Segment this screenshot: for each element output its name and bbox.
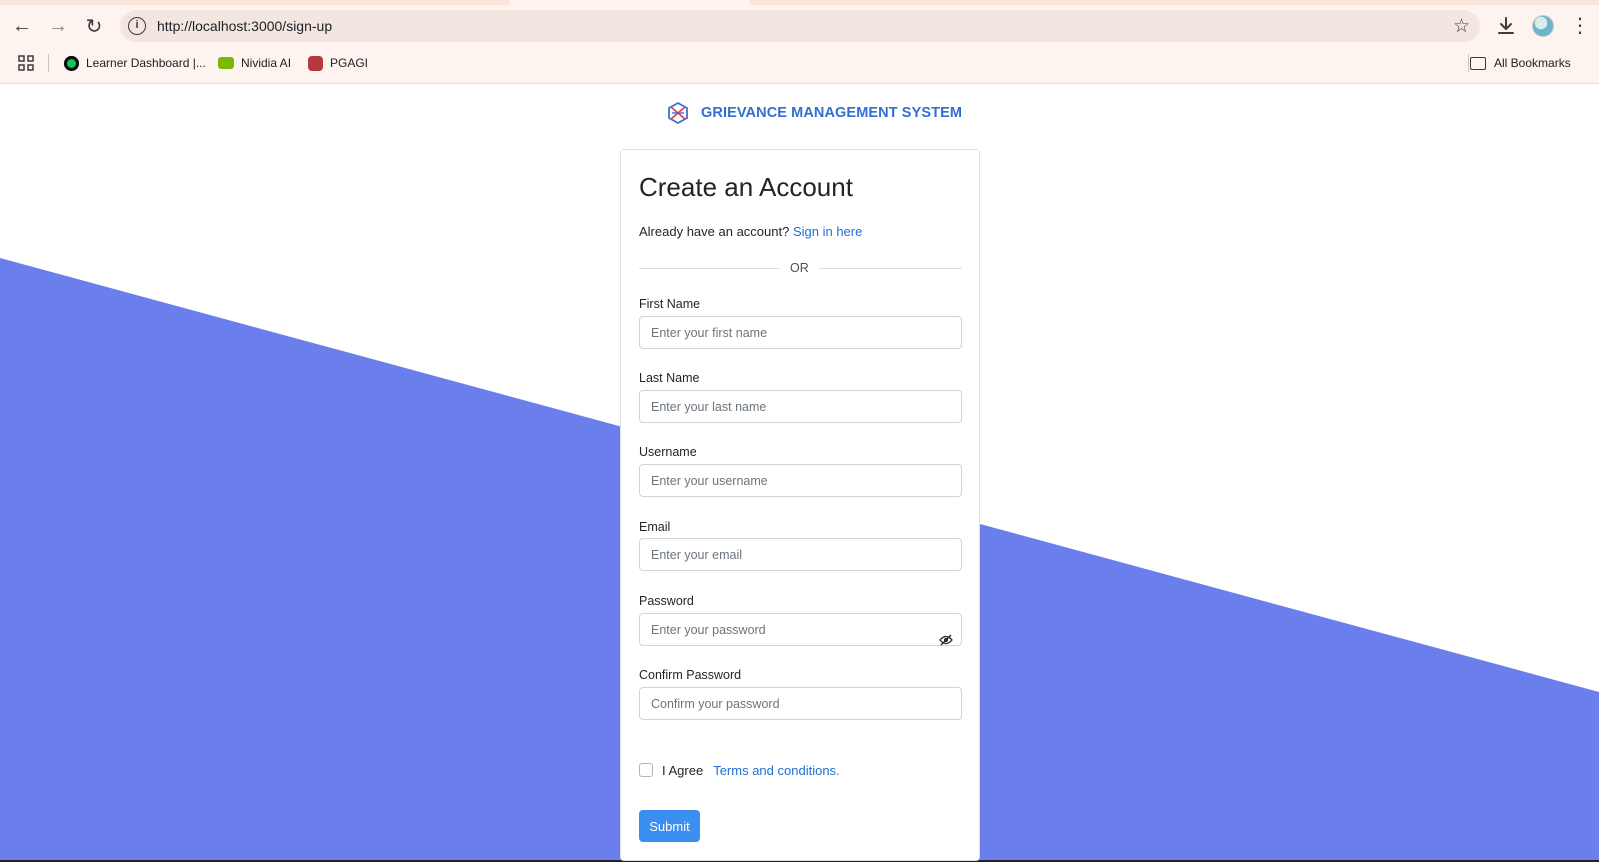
terms-checkbox[interactable] (639, 763, 653, 777)
or-divider-label: OR (790, 261, 809, 275)
divider-line-right (819, 268, 962, 269)
password-input[interactable] (639, 613, 962, 646)
apps-grid-icon[interactable] (18, 55, 34, 71)
folder-icon (1470, 56, 1486, 70)
page-viewport: GRIEVANCE MANAGEMENT SYSTEM Create an Ac… (0, 84, 1599, 862)
bookmarks-bar: Learner Dashboard |... Nividia AI PGAGI … (0, 50, 1599, 76)
signin-link[interactable]: Sign in here (793, 224, 862, 239)
bookmark-label: Nividia AI (241, 56, 292, 70)
confirm-password-label: Confirm Password (639, 668, 742, 682)
email-input[interactable] (639, 538, 962, 571)
bookmark-pgagi[interactable]: PGAGI (308, 53, 368, 73)
forward-arrow-icon[interactable]: → (42, 8, 74, 44)
reload-icon[interactable]: ↻ (78, 8, 110, 44)
password-label: Password (639, 594, 694, 608)
divider-line-left (639, 268, 780, 269)
last-name-input[interactable] (639, 390, 962, 423)
download-icon[interactable] (1494, 14, 1518, 38)
terms-agreement-row: I Agree Terms and conditions. (639, 761, 840, 779)
email-label: Email (639, 520, 671, 534)
brand-header[interactable]: GRIEVANCE MANAGEMENT SYSTEM (666, 100, 962, 126)
or-divider: OR (639, 260, 962, 276)
username-label: Username (639, 445, 697, 459)
last-name-label: Last Name (639, 371, 700, 385)
profile-avatar[interactable] (1532, 15, 1554, 37)
first-name-label: First Name (639, 297, 701, 311)
bookmark-label: PGAGI (330, 56, 369, 70)
first-name-input[interactable] (639, 316, 962, 349)
pgagi-logo-icon (308, 55, 323, 71)
all-bookmarks-button[interactable]: All Bookmarks (1470, 53, 1571, 73)
bookmark-star-icon[interactable]: ☆ (1453, 15, 1470, 38)
active-tab[interactable] (510, 0, 750, 5)
brand-name: GRIEVANCE MANAGEMENT SYSTEM (701, 105, 963, 121)
all-bookmarks-label: All Bookmarks (1494, 56, 1571, 70)
signin-prompt-text: Already have an account? (639, 224, 790, 239)
brand-logo-icon (668, 101, 688, 125)
bookmark-learner-dashboard[interactable]: Learner Dashboard |... (64, 53, 206, 73)
nvidia-logo-icon (218, 57, 234, 69)
eye-slash-icon[interactable] (936, 631, 956, 649)
username-input[interactable] (639, 464, 962, 497)
bookmark-label: Learner Dashboard |... (86, 56, 206, 70)
back-arrow-icon[interactable]: ← (6, 8, 38, 44)
terms-link[interactable]: Terms and conditions. (713, 763, 839, 778)
browser-toolbar: ← → ↻ i http://localhost:3000/sign-up ☆ … (0, 8, 1599, 44)
kebab-menu-icon[interactable]: ⋮ (1570, 14, 1590, 38)
submit-button[interactable]: Submit (639, 810, 700, 842)
address-url[interactable]: http://localhost:3000/sign-up (157, 18, 332, 34)
confirm-password-input[interactable] (639, 687, 962, 720)
signin-prompt-row: Already have an account? Sign in here (639, 224, 862, 239)
page-title: Create an Account (639, 172, 853, 202)
bookmarks-separator (48, 54, 49, 72)
browser-chrome: ← → ↻ i http://localhost:3000/sign-up ☆ … (0, 0, 1599, 84)
bookmarks-separator (1468, 54, 1469, 72)
site-info-icon[interactable]: i (128, 17, 146, 35)
agree-label: I Agree (662, 762, 704, 778)
tab-strip (0, 0, 1599, 5)
signup-card: Create an Account Already have an accoun… (620, 149, 980, 861)
leaf-icon (64, 55, 79, 71)
bookmark-nvidia-ai[interactable]: Nividia AI (218, 53, 291, 73)
address-bar[interactable]: i http://localhost:3000/sign-up ☆ (120, 10, 1480, 42)
